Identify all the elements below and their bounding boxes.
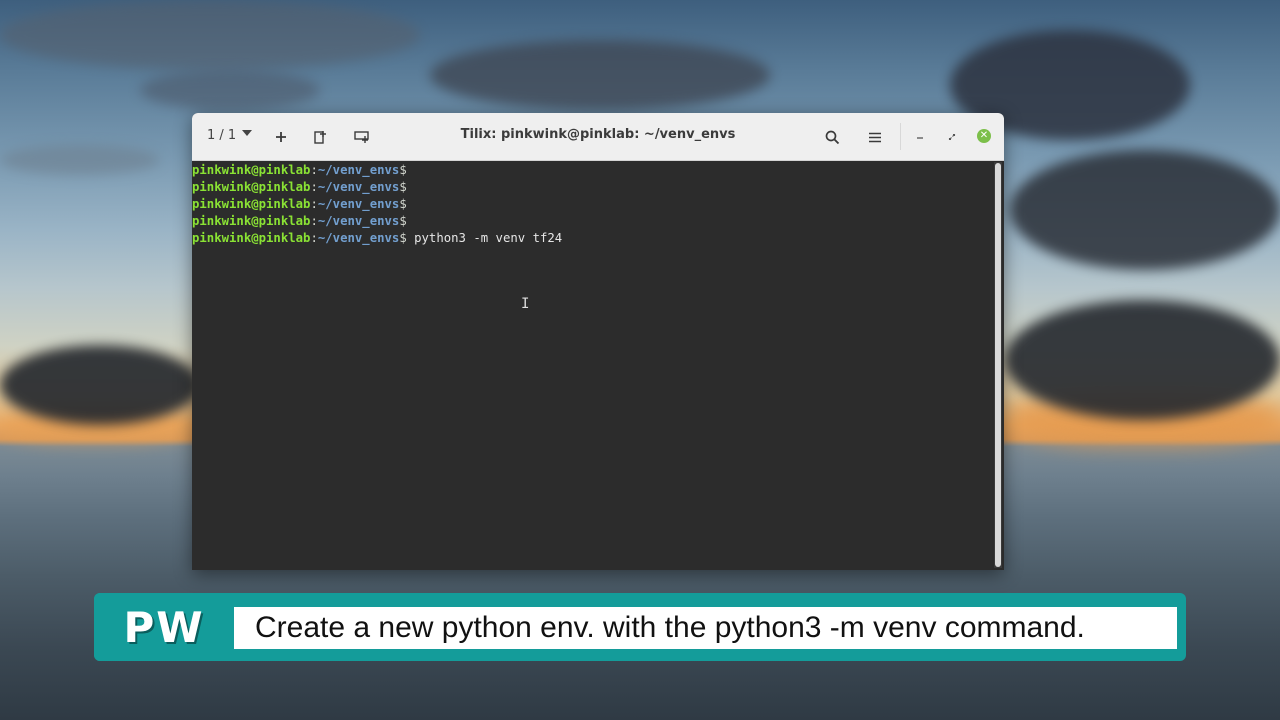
- terminal-line: pinkwink@pinklab:~/venv_envs$ python3 -m…: [192, 230, 992, 247]
- minimize-button[interactable]: [908, 125, 932, 149]
- titlebar[interactable]: 1 / 1 Tilix: pinkwink@pinklab: ~/venv_en…: [192, 113, 1004, 161]
- prompt-dollar: $: [399, 180, 407, 194]
- terminal-window[interactable]: 1 / 1 Tilix: pinkwink@pinklab: ~/venv_en…: [192, 113, 1004, 570]
- prompt-dollar: $: [399, 163, 407, 177]
- logo: PW: [94, 593, 234, 661]
- hamburger-menu-icon: [869, 132, 881, 142]
- minimize-icon: [917, 137, 923, 139]
- prompt-path: ~/venv_envs: [317, 214, 400, 228]
- prompt-colon: :: [310, 180, 318, 194]
- caption-banner: PW Create a new python env. with the pyt…: [94, 593, 1186, 661]
- prompt-user: pinkwink@pinklab: [192, 163, 311, 177]
- prompt-user: pinkwink@pinklab: [192, 231, 311, 245]
- search-button[interactable]: [820, 125, 844, 149]
- prompt-colon: :: [310, 231, 318, 245]
- prompt-colon: :: [310, 197, 318, 211]
- logo-text: PW: [123, 602, 205, 652]
- terminal-line: pinkwink@pinklab:~/venv_envs$: [192, 179, 992, 196]
- terminal-line: pinkwink@pinklab:~/venv_envs$: [192, 162, 992, 179]
- restore-icon: [948, 133, 956, 141]
- cloud: [430, 40, 770, 110]
- prompt-dollar: $: [399, 231, 407, 245]
- cloud: [1010, 150, 1280, 270]
- cloud: [1005, 300, 1280, 420]
- prompt-colon: :: [310, 214, 318, 228]
- restore-button[interactable]: [940, 125, 964, 149]
- terminal-line: pinkwink@pinklab:~/venv_envs$: [192, 196, 992, 213]
- prompt-path: ~/venv_envs: [317, 163, 400, 177]
- titlebar-divider: [900, 123, 901, 150]
- caption-text: Create a new python env. with the python…: [255, 611, 1085, 644]
- prompt-path: ~/venv_envs: [317, 197, 400, 211]
- scrollbar-thumb[interactable]: [995, 163, 1001, 567]
- close-icon: ✕: [979, 130, 989, 141]
- prompt-path: ~/venv_envs: [317, 231, 400, 245]
- caption-text-box: Create a new python env. with the python…: [234, 607, 1177, 649]
- prompt-user: pinkwink@pinklab: [192, 197, 311, 211]
- prompt-dollar: $: [399, 214, 407, 228]
- command-text: python3 -m venv tf24: [406, 231, 563, 245]
- prompt-dollar: $: [399, 197, 407, 211]
- cloud: [0, 0, 420, 70]
- prompt-user: pinkwink@pinklab: [192, 180, 311, 194]
- cloud: [0, 145, 160, 175]
- close-button[interactable]: ✕: [977, 129, 991, 143]
- menu-button[interactable]: [863, 125, 887, 149]
- text-cursor-icon: I: [521, 296, 530, 312]
- terminal-output[interactable]: pinkwink@pinklab:~/venv_envs$ pinkwink@p…: [192, 161, 992, 570]
- prompt-user: pinkwink@pinklab: [192, 214, 311, 228]
- terminal-line: pinkwink@pinklab:~/venv_envs$: [192, 213, 992, 230]
- prompt-path: ~/venv_envs: [317, 180, 400, 194]
- cloud: [0, 345, 200, 425]
- search-icon: [825, 130, 839, 144]
- prompt-colon: :: [310, 163, 318, 177]
- cloud: [140, 70, 320, 110]
